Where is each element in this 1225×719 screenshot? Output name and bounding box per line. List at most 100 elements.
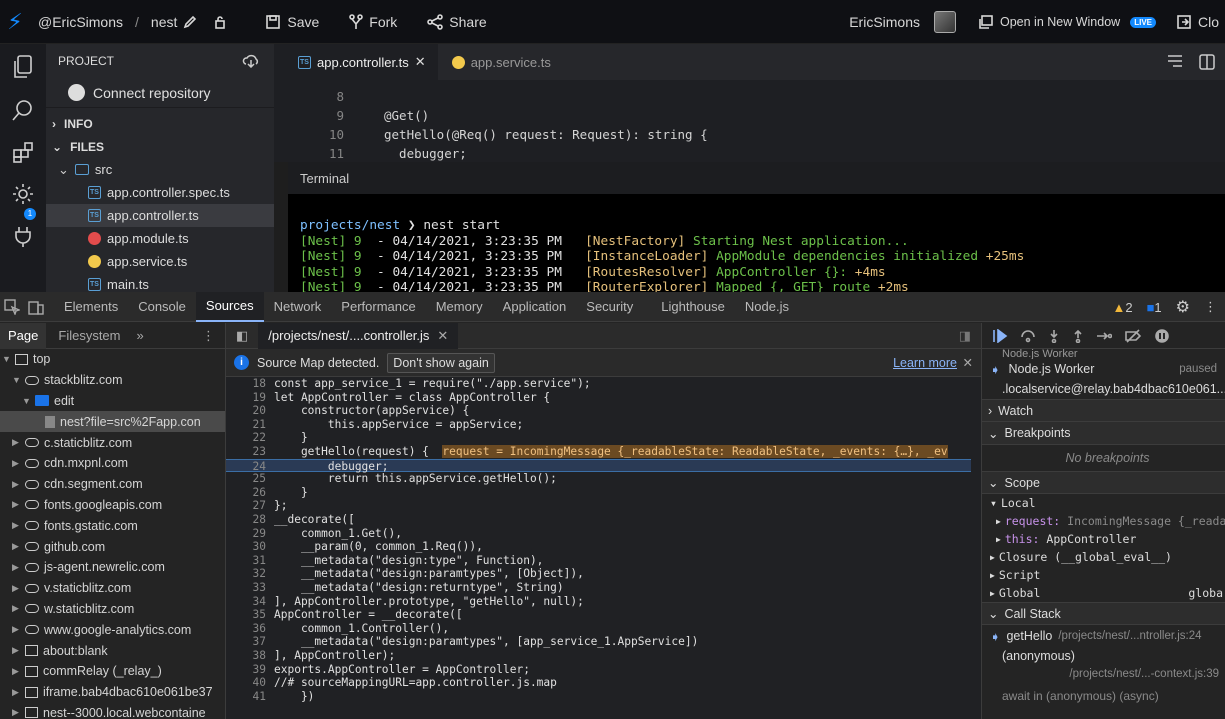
file-row[interactable]: app.module.ts [46, 227, 274, 250]
extensions-icon[interactable] [11, 140, 35, 164]
source-line[interactable]: 26 } [226, 486, 971, 500]
line-number[interactable]: 41 [226, 690, 266, 704]
account-name[interactable]: EricSimons [849, 0, 920, 44]
navigator-item[interactable]: ▶ www.google-analytics.com [0, 619, 225, 640]
close-icon[interactable]: ✕ [437, 328, 448, 344]
line-number[interactable]: 35 [226, 608, 266, 622]
line-number[interactable]: 36 [226, 622, 266, 636]
navigator-item[interactable]: ▶ cdn.mxpnl.com [0, 453, 225, 474]
navigator-item[interactable]: ▶ c.staticblitz.com [0, 432, 225, 453]
navigator-item[interactable]: ▼ top [0, 349, 225, 370]
dont-show-again-button[interactable]: Don't show again [387, 352, 495, 373]
line-number[interactable]: 27 [226, 499, 266, 513]
scope-global[interactable]: ▶ Global globa [982, 584, 1225, 602]
navigator-item[interactable]: ▶ fonts.googleapis.com [0, 495, 225, 516]
inspect-icon[interactable] [4, 298, 20, 315]
files-section[interactable]: ⌄ FILES [46, 135, 274, 158]
navigator-item[interactable]: ▼ edit [0, 391, 225, 412]
source-line[interactable]: 22 } [226, 431, 971, 445]
line-number[interactable]: 29 [226, 527, 266, 541]
device-toggle-icon[interactable] [28, 299, 44, 315]
resume-icon[interactable] [992, 328, 1008, 343]
source-line[interactable]: 25 return this.appService.getHello(); [226, 472, 971, 486]
line-number[interactable]: 34 [226, 595, 266, 609]
warnings-counter[interactable]: ▲2 [1112, 300, 1132, 315]
user-link[interactable]: @EricSimons [38, 14, 123, 30]
tab-elements[interactable]: Elements [54, 292, 128, 322]
toggle-debugger-icon[interactable]: ◨ [959, 328, 981, 344]
navigator-item[interactable]: ▶ js-agent.newrelic.com [0, 557, 225, 578]
line-number[interactable]: 33 [226, 581, 266, 595]
breakpoints-section[interactable]: ⌄ Breakpoints [982, 422, 1225, 445]
tab-lighthouse[interactable]: Lighthouse [651, 292, 735, 322]
source-line[interactable]: 39 exports.AppController = AppController; [226, 663, 971, 677]
source-line[interactable]: 40 //# sourceMappingURL=app.controller.js… [226, 676, 971, 690]
navigator-item[interactable]: ▶ about:blank [0, 640, 225, 661]
source-line[interactable]: 19 let AppController = class AppControlle… [226, 391, 971, 405]
terminal-panel[interactable]: Terminal projects/nest ❯ nest start [Nes… [288, 162, 1225, 292]
line-number[interactable]: 39 [226, 663, 266, 677]
close-button[interactable]: Clo [1176, 0, 1219, 44]
settings-gear-icon[interactable]: ⚙ [1176, 297, 1190, 317]
thread-row[interactable]: ➧ Node.js Worker paused [982, 359, 1225, 379]
open-new-window-button[interactable]: Open in New Window LIVE [978, 0, 1156, 44]
navigator-item[interactable]: ▶ w.staticblitz.com [0, 599, 225, 620]
deactivate-breakpoints-icon[interactable] [1124, 328, 1142, 343]
watch-section[interactable]: › Watch [982, 399, 1225, 422]
source-line[interactable]: 35 AppController = __decorate([ [226, 608, 971, 622]
line-number[interactable]: 26 [226, 486, 266, 500]
call-frame[interactable]: (anonymous) [982, 647, 1225, 665]
info-counter[interactable]: ■1 [1147, 300, 1162, 315]
line-number[interactable]: 38 [226, 649, 266, 663]
step-out-icon[interactable] [1072, 329, 1084, 343]
line-number[interactable]: 18 [226, 377, 266, 391]
cloud-download-icon[interactable] [242, 54, 260, 68]
file-row[interactable]: TS main.ts [46, 273, 274, 292]
scope-script[interactable]: ▶ Script [982, 566, 1225, 584]
close-icon[interactable]: ✕ [415, 54, 426, 70]
line-number[interactable]: 31 [226, 554, 266, 568]
source-line[interactable]: 38], AppController); [226, 649, 971, 663]
source-line[interactable]: 28 __decorate([ [226, 513, 971, 527]
source-line[interactable]: 34], AppController.prototype, "getHello"… [226, 595, 971, 609]
tab-sources[interactable]: Sources [195, 291, 264, 322]
scope-section[interactable]: ⌄ Scope [982, 471, 1225, 494]
file-row[interactable]: app.service.ts [46, 250, 274, 273]
connect-repository-button[interactable]: Connect repository [46, 78, 274, 108]
scope-var-request[interactable]: ▶ request: IncomingMessage {_reada [982, 512, 1225, 530]
source-line[interactable]: 21 this.appService = appService; [226, 418, 971, 432]
navigator-item[interactable]: nest?file=src%2Fapp.con [0, 411, 225, 433]
navigator-item[interactable]: ▶ fonts.gstatic.com [0, 515, 225, 536]
source-line[interactable]: 24 debugger; [226, 458, 971, 474]
project-name[interactable]: nest [151, 14, 177, 30]
plug-icon[interactable] [11, 224, 35, 248]
source-line[interactable]: 27}; [226, 499, 971, 513]
fork-button[interactable]: Fork [349, 0, 397, 44]
navigator-item[interactable]: ▶ github.com [0, 536, 225, 557]
line-number[interactable]: 23 [226, 445, 266, 459]
terminal-output[interactable]: projects/nest ❯ nest start [Nest] 9 - 04… [288, 194, 1225, 292]
line-number[interactable]: 24 [226, 460, 266, 474]
navigator-item[interactable]: ▶ nest--3000.local.webcontaine [0, 703, 225, 719]
close-icon[interactable]: ✕ [963, 355, 973, 370]
tab-app-controller[interactable]: TS app.controller.ts ✕ [274, 44, 438, 80]
source-line[interactable]: 23 getHello(request) { request = Incomin… [226, 445, 971, 459]
tab-app-service[interactable]: app.service.ts [438, 44, 563, 80]
toggle-navigator-icon[interactable]: ◧ [226, 328, 258, 344]
avatar[interactable] [934, 11, 956, 33]
source-line[interactable]: 20 constructor(appService) { [226, 404, 971, 418]
step-into-icon[interactable] [1048, 329, 1060, 343]
folder-src[interactable]: ⌄ src [46, 158, 274, 181]
tab-page[interactable]: Page [0, 323, 47, 349]
tab-application[interactable]: Application [493, 292, 577, 322]
tab-nodejs[interactable]: Node.js [735, 292, 799, 322]
line-number[interactable]: 40 [226, 676, 266, 690]
file-row-active[interactable]: TS app.controller.ts [46, 204, 274, 227]
step-icon[interactable] [1096, 329, 1112, 343]
scope-var-this[interactable]: ▶ this: AppController [982, 530, 1225, 548]
source-line[interactable]: 32 __metadata("design:paramtypes", [Obje… [226, 567, 971, 581]
source-line[interactable]: 30 __param(0, common_1.Req()), [226, 540, 971, 554]
split-editor-icon[interactable] [1199, 54, 1215, 70]
call-stack-section[interactable]: ⌄ Call Stack [982, 602, 1225, 625]
tab-filesystem[interactable]: Filesystem [50, 323, 128, 349]
